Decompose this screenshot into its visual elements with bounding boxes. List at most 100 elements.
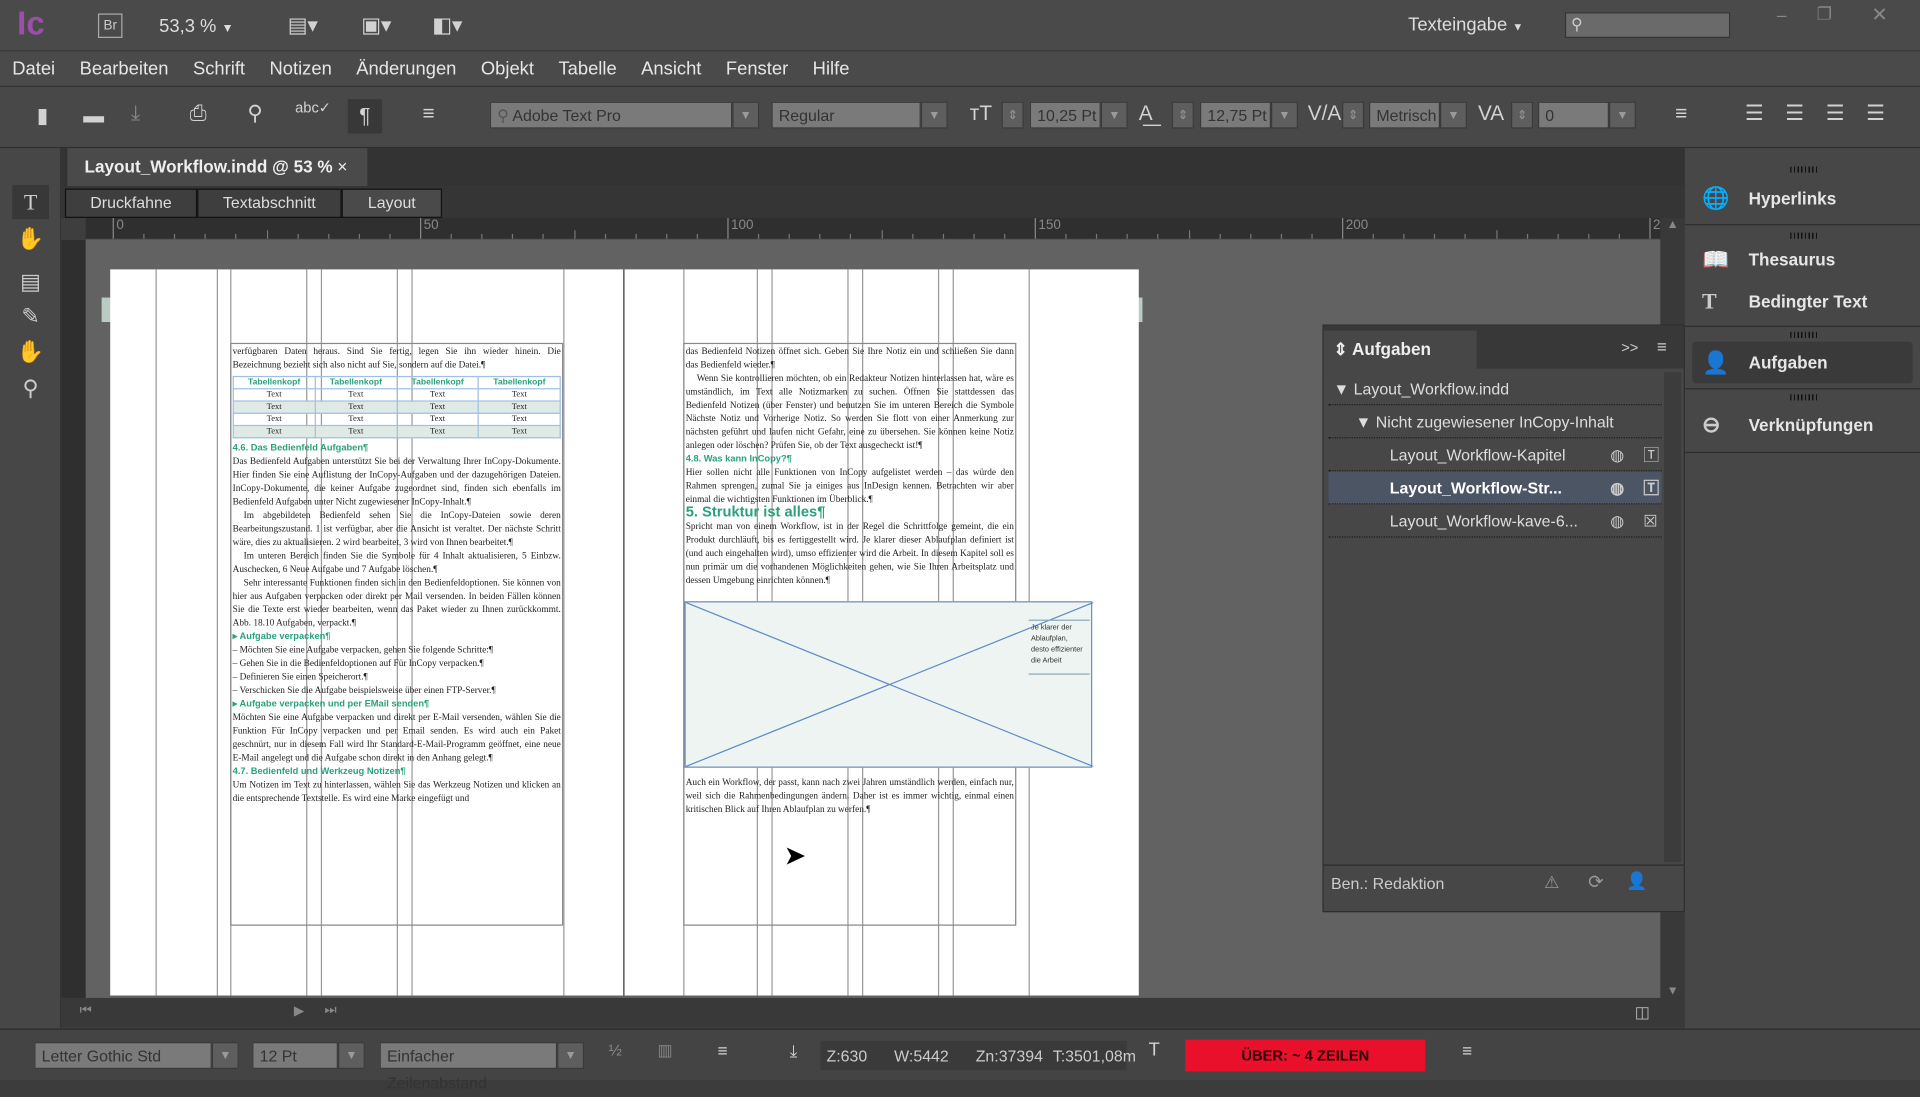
justify-icon[interactable]: ☰ xyxy=(1866,102,1885,126)
status-menu-icon[interactable]: ≡ xyxy=(718,1041,728,1061)
menu-notizen[interactable]: Notizen xyxy=(270,58,332,79)
spellcheck-icon[interactable]: abc✓ xyxy=(295,99,331,116)
panel-aufgaben[interactable]: 👤 Aufgaben xyxy=(1692,341,1913,384)
last-page-icon[interactable]: ⏭ xyxy=(324,1003,336,1019)
line-spacing-dropdown[interactable]: ▼ xyxy=(557,1042,585,1069)
line-spacing-field[interactable]: Einfacher Zeilenabstand xyxy=(379,1042,558,1092)
status-font-dropdown[interactable]: ▼ xyxy=(211,1042,239,1069)
tab-textabschnitt[interactable]: Textabschnitt xyxy=(197,188,342,218)
document-tab[interactable]: Layout_Workflow.indd @ 53 % × xyxy=(67,148,368,187)
menu-datei[interactable]: Datei xyxy=(12,58,55,79)
panel-bedingter-text[interactable]: T Bedingter Text xyxy=(1692,280,1912,322)
tracking-stepper[interactable]: ⇕ xyxy=(1511,101,1534,129)
horizontal-scrollbar[interactable]: ⏮ ▶ ⏭ ◫ xyxy=(61,997,1685,1028)
list-item[interactable]: Layout_Workflow-kave-6... ◍ ☒ xyxy=(1328,504,1662,538)
panel-verknuepfungen[interactable]: ⊖ Verknüpfungen xyxy=(1692,404,1912,446)
tab-druckfahne[interactable]: Druckfahne xyxy=(64,188,198,218)
control-panel-menu-icon[interactable]: ≡ xyxy=(1675,102,1687,126)
font-style-dropdown[interactable]: ▼ xyxy=(920,101,948,129)
align-center-icon[interactable]: ☰ xyxy=(1785,102,1804,126)
screen-mode-icon[interactable]: ▣▾ xyxy=(361,13,391,37)
overset-indicator[interactable]: ÜBER: ~ 4 ZEILEN xyxy=(1185,1039,1426,1072)
margin-note[interactable]: Je klarer der Ablaufplan, desto effizien… xyxy=(1028,619,1090,675)
status-size-dropdown[interactable]: ▼ xyxy=(337,1042,365,1069)
font-size-field[interactable]: 10,25 Pt xyxy=(1029,101,1101,129)
status-menu-icon[interactable]: ≡ xyxy=(1462,1041,1472,1061)
column-view-icon[interactable]: ▥ xyxy=(658,1041,673,1061)
first-page-icon[interactable]: ⏮ xyxy=(80,1003,92,1019)
tracking-dropdown[interactable]: ▼ xyxy=(1608,101,1636,129)
zoom-tool-icon[interactable]: ⚲ xyxy=(12,371,49,405)
leading-dropdown[interactable]: ▼ xyxy=(1271,101,1298,129)
tab-layout[interactable]: Layout xyxy=(341,188,443,218)
list-item-selected[interactable]: Layout_Workflow-Str... ◍ 🅃 xyxy=(1328,471,1662,505)
menu-fenster[interactable]: Fenster xyxy=(726,58,788,79)
next-page-icon[interactable]: ▶ xyxy=(294,1003,304,1019)
menu-objekt[interactable]: Objekt xyxy=(481,58,534,79)
maximize-button[interactable]: ❐ xyxy=(1806,4,1843,25)
menu-ansicht[interactable]: Ansicht xyxy=(641,58,701,79)
leading-field[interactable]: 12,75 Pt xyxy=(1200,101,1272,129)
new-document-icon[interactable]: ▮ xyxy=(37,104,48,128)
search-input[interactable]: ⚲ xyxy=(1564,12,1731,38)
aufgaben-panel-tab[interactable]: ⇕ Aufgaben xyxy=(1323,330,1477,369)
font-style-field[interactable]: Regular xyxy=(771,101,921,129)
menu-bearbeiten[interactable]: Bearbeiten xyxy=(80,58,169,79)
panel-thesaurus[interactable]: 📖 Thesaurus xyxy=(1692,239,1912,281)
align-left-icon[interactable]: ☰ xyxy=(1745,102,1764,126)
panel-scrollbar[interactable] xyxy=(1664,372,1682,863)
kerning-field[interactable]: Metrisch xyxy=(1368,101,1441,129)
panel-menu-icon[interactable]: ≡ xyxy=(422,102,434,126)
split-view-icon[interactable]: ◫ xyxy=(1635,1003,1650,1023)
kerning-dropdown[interactable]: ▼ xyxy=(1440,101,1467,129)
zoom-level[interactable]: 53,3 % ▼ xyxy=(159,16,233,37)
data-table[interactable]: Tabellenkopf Tabellenkopf Tabellenkopf Tabe… xyxy=(232,375,561,439)
kerning-stepper[interactable]: ⇕ xyxy=(1342,101,1365,129)
menu-aenderungen[interactable]: Änderungen xyxy=(356,58,456,79)
collapse-panel-icon[interactable]: >> xyxy=(1621,339,1638,356)
menu-hilfe[interactable]: Hilfe xyxy=(813,58,850,79)
tree-root[interactable]: ▼ Layout_Workflow.indd xyxy=(1328,372,1662,406)
refresh-icon[interactable]: ⟳ xyxy=(1588,871,1603,893)
right-text-frame[interactable]: das Bedienfeld Notizen öffnet sich. Gebe… xyxy=(683,342,1094,926)
view-options-icon[interactable]: ▤▾ xyxy=(288,13,318,37)
list-item[interactable]: Layout_Workflow-Kapitel ◍ 🅃 xyxy=(1328,438,1662,472)
status-font-field[interactable]: Letter Gothic Std xyxy=(34,1042,212,1069)
show-hidden-characters-icon[interactable]: ¶ xyxy=(347,99,383,134)
tree-group[interactable]: ▼ Nicht zugewiesener InCopy-Inhalt xyxy=(1328,405,1662,439)
find-icon[interactable]: ⚲ xyxy=(247,102,262,126)
control-bar: ▮ ▬ ⤓ ⎙ ⚲ abc✓ ¶ ≡ ⚲ Adobe Text Pro ▼ Re… xyxy=(0,86,1920,149)
panel-hyperlinks[interactable]: 🌐 Hyperlinks xyxy=(1692,178,1912,220)
close-tab-icon[interactable]: × xyxy=(337,157,347,177)
eyedropper-tool-icon[interactable]: ✎ xyxy=(12,299,49,333)
update-warning-icon[interactable]: ⚠ xyxy=(1544,872,1559,893)
print-icon[interactable]: ⎙ xyxy=(190,102,207,126)
font-size-stepper[interactable]: ⇕ xyxy=(1001,101,1024,129)
menu-tabelle[interactable]: Tabelle xyxy=(558,58,616,79)
font-size-dropdown[interactable]: ▼ xyxy=(1100,101,1128,129)
position-tool-icon[interactable]: ✋ xyxy=(12,222,49,256)
leading-stepper[interactable]: ⇕ xyxy=(1171,101,1194,129)
arrange-documents-icon[interactable]: ◧▾ xyxy=(432,13,462,37)
horizontal-ruler[interactable]: 050100150200250300350400450500 xyxy=(85,217,1661,241)
hand-tool-icon[interactable]: ✋ xyxy=(12,334,49,368)
open-folder-icon[interactable]: ▬ xyxy=(83,104,104,128)
new-assignment-icon[interactable]: 👤 xyxy=(1626,871,1647,892)
text-tool-icon[interactable]: T xyxy=(12,184,49,220)
font-family-dropdown[interactable]: ▼ xyxy=(732,101,760,129)
bridge-button[interactable]: Br xyxy=(97,13,123,38)
vertical-ruler[interactable] xyxy=(61,240,86,998)
minimize-button[interactable]: – xyxy=(1763,5,1800,25)
note-tool-icon[interactable]: ▤ xyxy=(12,264,49,298)
save-icon[interactable]: ⤓ xyxy=(131,102,140,126)
align-right-icon[interactable]: ☰ xyxy=(1826,102,1845,126)
tracking-field[interactable]: 0 xyxy=(1537,101,1609,129)
status-size-field[interactable]: 12 Pt xyxy=(252,1042,338,1069)
close-window-button[interactable]: ✕ xyxy=(1861,2,1898,26)
font-family-field[interactable]: ⚲ Adobe Text Pro xyxy=(489,101,733,129)
panel-menu-icon[interactable]: ≡ xyxy=(1657,337,1667,357)
menu-schrift[interactable]: Schrift xyxy=(193,58,245,79)
workspace-switcher[interactable]: Texteingabe ▼ xyxy=(1408,15,1523,36)
left-text-frame[interactable]: verfügbaren Daten heraus. Sind Sie ferti… xyxy=(230,342,564,926)
line-numbers-icon[interactable]: ½ xyxy=(609,1041,622,1059)
